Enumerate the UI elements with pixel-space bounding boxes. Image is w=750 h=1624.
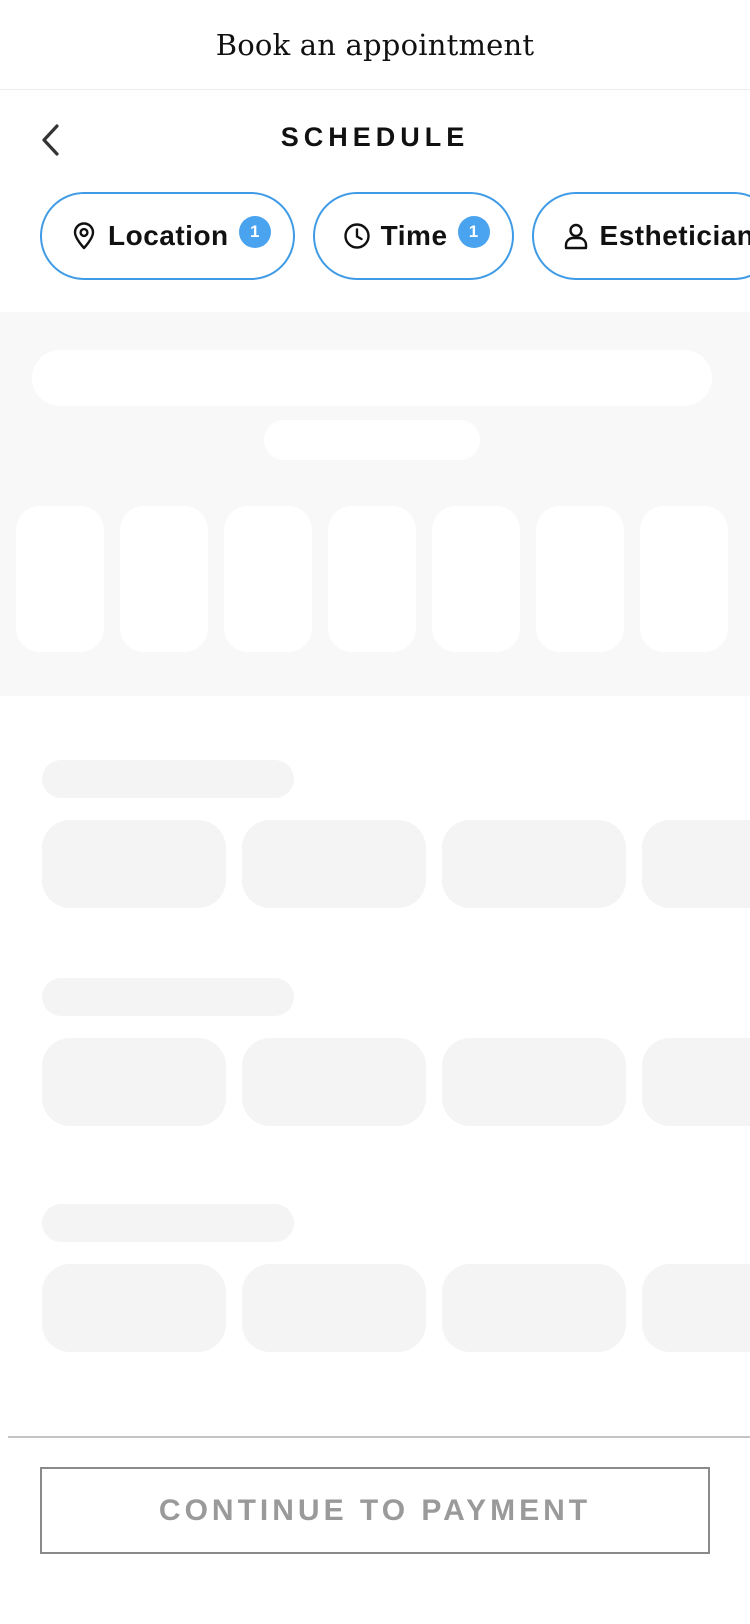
filter-chip-time[interactable]: Time 1 <box>312 192 514 280</box>
footer-divider <box>8 1436 750 1438</box>
continue-button-label: CONTINUE TO PAYMENT <box>158 1493 592 1527</box>
skeleton-day <box>640 506 728 652</box>
top-bar: Book an appointment <box>0 0 750 90</box>
skeleton-time-label <box>42 1204 294 1242</box>
skeleton-time-slot <box>642 1038 750 1126</box>
skeleton-time-slot <box>642 1264 750 1352</box>
skeleton-time-slot <box>42 1038 226 1126</box>
skeleton-day <box>16 506 104 652</box>
skeleton-day <box>120 506 208 652</box>
filter-chip-esthetician[interactable]: Esthetician <box>531 192 750 280</box>
filter-chip-label: Time <box>380 220 448 251</box>
skeleton-time-slot <box>442 1038 626 1126</box>
skeleton-time-slot <box>42 1264 226 1352</box>
section-title: SCHEDULE <box>280 122 470 152</box>
clock-icon <box>343 222 371 250</box>
skeleton-day <box>536 506 624 652</box>
header: SCHEDULE <box>0 90 750 190</box>
filter-chips: Location 1 Time 1 Esthetician <box>40 192 750 280</box>
skeleton-day <box>328 506 416 652</box>
skeleton-time-slot <box>642 820 750 908</box>
skeleton-day <box>224 506 312 652</box>
location-pin-icon <box>70 222 98 250</box>
filter-chip-label: Location <box>108 220 229 251</box>
filter-chip-location[interactable]: Location 1 <box>40 192 295 280</box>
skeleton-time-slot <box>242 1264 426 1352</box>
skeleton-time-slot <box>242 1038 426 1126</box>
skeleton-time-slot <box>442 1264 626 1352</box>
calendar-skeleton <box>0 312 750 696</box>
skeleton-time-label <box>42 978 294 1016</box>
skeleton-time-slot <box>242 820 426 908</box>
skeleton-time-label <box>42 760 294 798</box>
skeleton-time-slot <box>42 820 226 908</box>
app-title: Book an appointment <box>215 27 535 62</box>
person-icon <box>562 222 590 250</box>
skeleton-day <box>432 506 520 652</box>
skeleton-time-slot <box>442 820 626 908</box>
skeleton-subtitle-bar <box>264 420 480 460</box>
continue-to-payment-button[interactable]: CONTINUE TO PAYMENT <box>40 1467 710 1554</box>
filter-count-badge: 1 <box>457 216 490 248</box>
skeleton-month-bar <box>32 350 712 406</box>
filter-count-badge: 1 <box>238 216 271 248</box>
filter-chip-label: Esthetician <box>599 220 750 251</box>
booking-screen: Book an appointment SCHEDULE Location 1 <box>0 0 750 1624</box>
